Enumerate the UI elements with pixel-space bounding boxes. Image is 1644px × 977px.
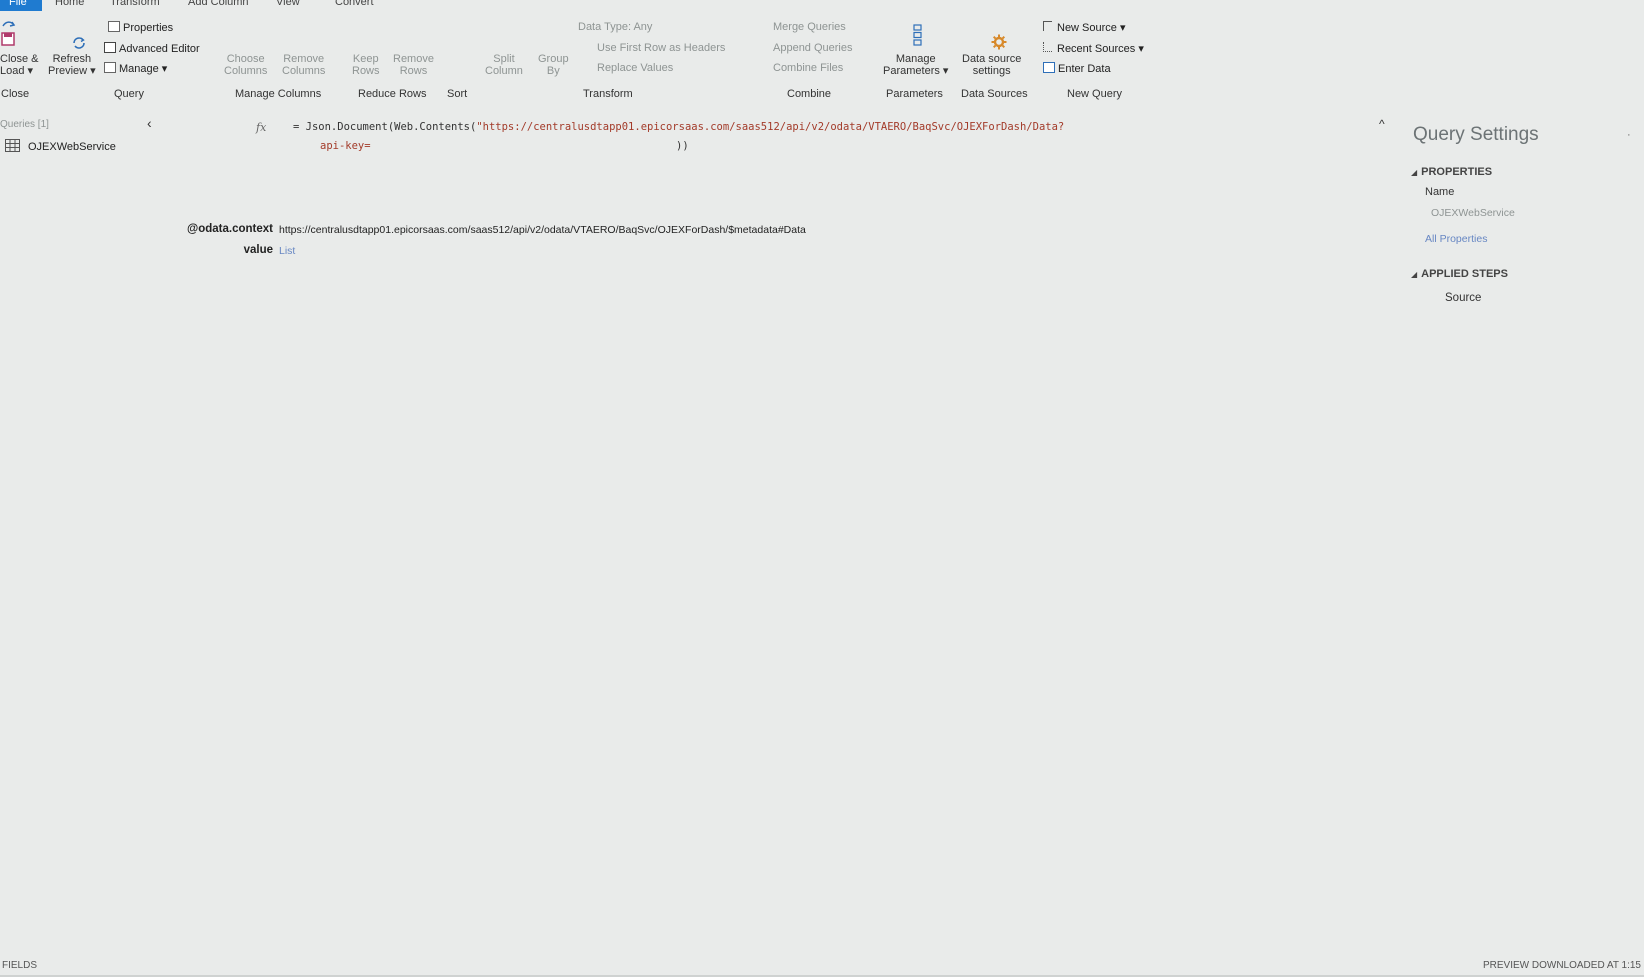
group-label-data-sources: Data Sources bbox=[961, 88, 1028, 100]
manage-icon bbox=[104, 62, 116, 73]
status-preview-downloaded: PREVIEW DOWNLOADED AT 1:15 bbox=[1482, 960, 1641, 971]
data-type-dropdown[interactable]: Data Type: Any bbox=[578, 21, 652, 33]
query-item[interactable]: OJEXWebService bbox=[5, 139, 116, 153]
applied-steps-section-header[interactable]: ◢ APPLIED STEPS bbox=[1411, 268, 1508, 280]
gear-icon bbox=[991, 34, 1007, 53]
group-label-parameters: Parameters bbox=[886, 88, 943, 100]
record-key-value: value bbox=[243, 244, 273, 256]
manage-parameters-icon bbox=[912, 24, 924, 49]
record-value-list-link[interactable]: List bbox=[279, 245, 295, 257]
enter-data-button[interactable]: Enter Data bbox=[1043, 62, 1111, 75]
group-label-sort: Sort bbox=[447, 88, 468, 100]
manage-button[interactable]: Manage ▾ bbox=[104, 62, 167, 75]
append-queries-button[interactable]: Append Queries bbox=[773, 42, 853, 54]
manage-parameters-button[interactable]: Manage Parameters ▾ bbox=[883, 53, 948, 77]
formula-suffix: )) bbox=[676, 140, 689, 152]
remove-rows-button[interactable]: Remove Rows bbox=[393, 53, 434, 77]
all-properties-link[interactable]: All Properties bbox=[1425, 233, 1487, 245]
group-by-button[interactable]: Group By bbox=[538, 53, 569, 77]
advanced-editor-button[interactable]: Advanced Editor bbox=[104, 42, 200, 55]
status-fields: FIELDS bbox=[2, 960, 38, 971]
tab-transform[interactable]: Transform bbox=[110, 0, 160, 8]
group-label-transform: Transform bbox=[583, 88, 633, 100]
split-column-button[interactable]: Split Column bbox=[485, 53, 523, 77]
close-load-icon bbox=[1, 21, 16, 46]
group-label-reduce-rows: Reduce Rows bbox=[358, 88, 427, 100]
record-value-odata-context: https://centralusdtapp01.epicorsaas.com/… bbox=[279, 224, 806, 236]
properties-section-header[interactable]: ◢ PROPERTIES bbox=[1411, 166, 1492, 178]
replace-values-button[interactable]: Replace Values bbox=[597, 62, 673, 74]
table-icon bbox=[5, 139, 20, 152]
tab-view[interactable]: View bbox=[276, 0, 300, 8]
new-source-icon bbox=[1043, 21, 1052, 31]
properties-button[interactable]: Properties bbox=[108, 21, 173, 34]
use-first-row-button[interactable]: Use First Row as Headers bbox=[597, 42, 725, 54]
formula-api-key: api-key= bbox=[320, 140, 371, 152]
name-input[interactable]: OJEXWebService bbox=[1431, 207, 1515, 219]
advanced-editor-icon bbox=[104, 42, 116, 53]
queries-pane-header: Queries [1] bbox=[0, 119, 49, 130]
tab-home[interactable]: Home bbox=[55, 0, 84, 8]
formula-expand-icon[interactable]: ^ bbox=[1379, 117, 1385, 131]
group-label-combine: Combine bbox=[787, 88, 832, 100]
record-key-odata-context: @odata.context bbox=[187, 223, 273, 235]
recent-sources-button[interactable]: Recent Sources ▾ bbox=[1043, 42, 1144, 55]
collapse-queries-icon[interactable]: ‹ bbox=[147, 115, 152, 131]
data-source-settings-button[interactable]: Data source settings bbox=[962, 53, 1021, 77]
ribbon-tabs: File Home Transform Add Column View Conv… bbox=[0, 0, 1644, 12]
tab-convert[interactable]: Convert bbox=[335, 0, 374, 8]
recent-sources-icon bbox=[1043, 42, 1052, 52]
close-settings-icon[interactable]: · bbox=[1627, 129, 1631, 141]
choose-columns-button[interactable]: Choose Columns bbox=[224, 53, 267, 77]
new-source-button[interactable]: New Source ▾ bbox=[1043, 21, 1126, 34]
refresh-preview-button[interactable]: Refresh Preview ▾ bbox=[48, 53, 96, 77]
close-load-button[interactable] bbox=[0, 20, 18, 53]
refresh-icon bbox=[71, 35, 87, 54]
close-load-label[interactable]: Close & Load ▾ bbox=[0, 53, 39, 77]
collapse-triangle-icon: ◢ bbox=[1411, 270, 1418, 279]
group-label-new-query: New Query bbox=[1067, 88, 1123, 100]
merge-queries-button[interactable]: Merge Queries bbox=[773, 21, 846, 33]
name-label: Name bbox=[1425, 186, 1455, 198]
fx-icon[interactable]: fx bbox=[256, 121, 266, 134]
tab-add-column[interactable]: Add Column bbox=[188, 0, 249, 8]
group-label-close: Close bbox=[1, 88, 30, 100]
remove-columns-button[interactable]: Remove Columns bbox=[282, 53, 325, 77]
query-settings-title: Query Settings bbox=[1413, 124, 1539, 145]
tab-file[interactable]: File bbox=[0, 0, 42, 11]
group-label-query: Query bbox=[114, 88, 144, 100]
combine-files-button[interactable]: Combine Files bbox=[773, 62, 843, 74]
applied-step-source[interactable]: Source bbox=[1445, 292, 1481, 304]
group-label-manage-columns: Manage Columns bbox=[235, 88, 322, 100]
keep-rows-button[interactable]: Keep Rows bbox=[352, 53, 380, 77]
collapse-triangle-icon: ◢ bbox=[1411, 168, 1418, 177]
formula-input[interactable]: = Json.Document(Web.Contents("https://ce… bbox=[293, 121, 1064, 133]
enter-data-icon bbox=[1043, 62, 1055, 73]
properties-icon bbox=[108, 21, 120, 32]
